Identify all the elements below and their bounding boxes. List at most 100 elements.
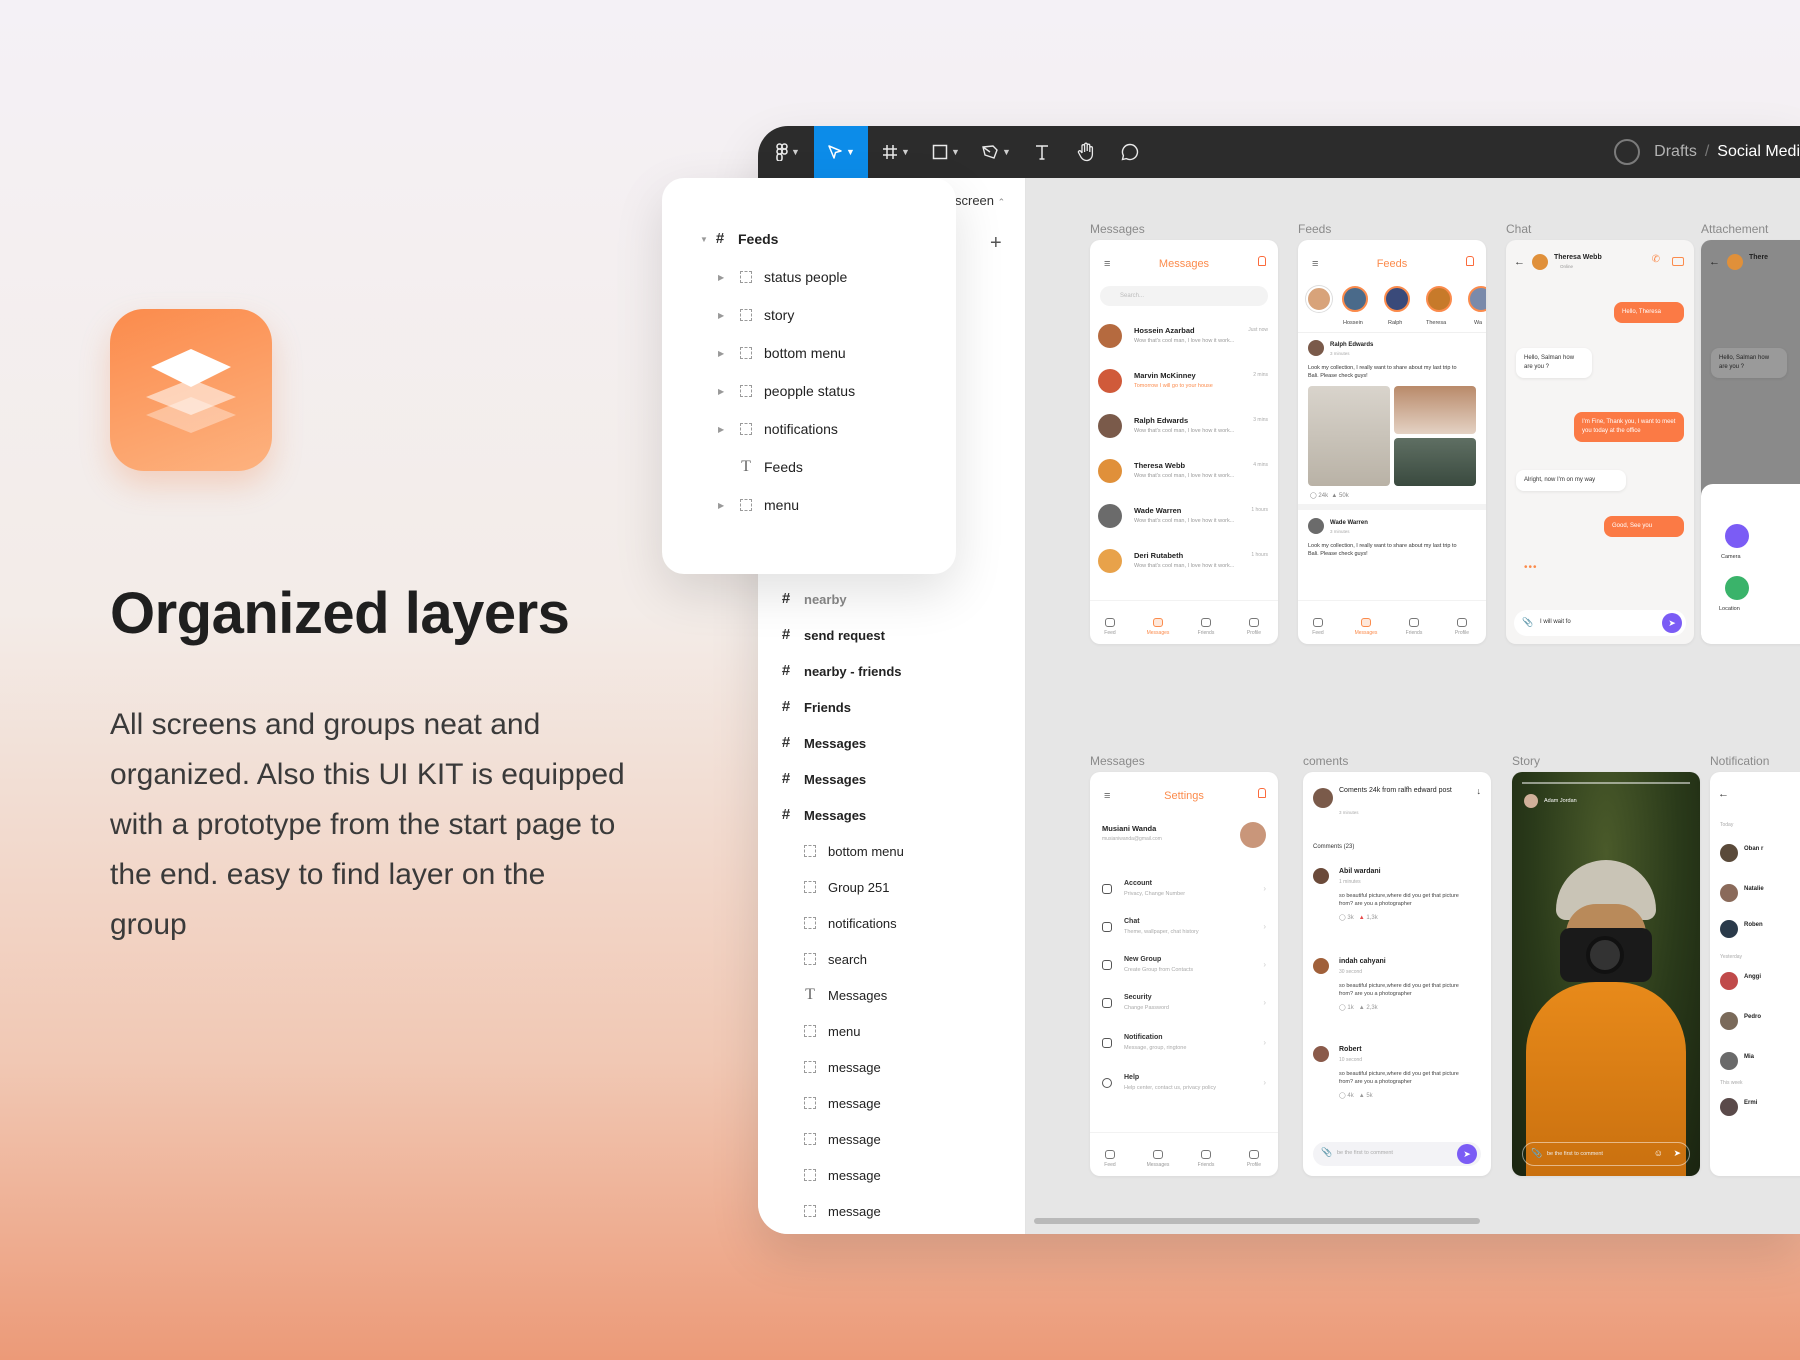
bell-icon[interactable] bbox=[1466, 256, 1474, 266]
tab-feed[interactable]: Feed bbox=[1298, 618, 1338, 636]
story-avatar[interactable] bbox=[1426, 286, 1452, 312]
story-avatar[interactable] bbox=[1342, 286, 1368, 312]
frame-label[interactable]: Story bbox=[1512, 754, 1540, 768]
comment-item[interactable]: Abil wardani 1 minutes so beautiful pictur… bbox=[1313, 868, 1481, 928]
attachment-screen[interactable]: ← There Hello, Salman how are you ? Came… bbox=[1701, 240, 1800, 644]
hand-tool-button[interactable] bbox=[1068, 126, 1104, 178]
layer-child[interactable]: notifications bbox=[804, 908, 897, 938]
notification-screen[interactable]: ← Today Oban r Natalie Roben Yesterday A… bbox=[1710, 772, 1800, 1176]
emoji-icon[interactable]: ☺ bbox=[1654, 1148, 1663, 1158]
layer-child[interactable]: message bbox=[804, 1196, 881, 1226]
frame-label[interactable]: Chat bbox=[1506, 222, 1531, 236]
design-canvas[interactable]: Messages Feeds Chat Attachement Messages… bbox=[1026, 178, 1800, 1234]
attach-icon[interactable]: 📎 bbox=[1522, 617, 1533, 628]
layer-feeds-frame[interactable]: ▼ # Feeds bbox=[700, 224, 778, 254]
layer-child[interactable]: message bbox=[804, 1160, 881, 1190]
frame-label[interactable]: Feeds bbox=[1298, 222, 1331, 236]
pen-tool-button[interactable]: ▼ bbox=[974, 126, 1018, 178]
layer-child[interactable]: ▶ peopple status bbox=[718, 376, 855, 406]
figma-menu-button[interactable]: ▼ bbox=[766, 126, 810, 178]
tab-profile[interactable]: Profile bbox=[1234, 1150, 1274, 1168]
settings-item-chat[interactable]: Chat Theme, wallpaper, chat history › bbox=[1102, 914, 1266, 950]
tab-profile[interactable]: Profile bbox=[1442, 618, 1482, 636]
tab-feed[interactable]: Feed bbox=[1090, 618, 1130, 636]
location-icon[interactable] bbox=[1725, 576, 1749, 600]
post-image[interactable] bbox=[1394, 438, 1476, 486]
breadcrumb-drafts[interactable]: Drafts bbox=[1654, 143, 1697, 161]
chat-screen[interactable]: ← Theresa Webb Online ✆ Hello, Theresa H… bbox=[1506, 240, 1694, 644]
comment-input[interactable]: 📎 be the first to comment ➤ bbox=[1313, 1142, 1481, 1166]
tab-messages[interactable]: Messages bbox=[1138, 1150, 1178, 1168]
chat-input[interactable]: 📎 I will wait fo ➤ bbox=[1514, 610, 1686, 636]
page-selector[interactable]: screen ⌃ bbox=[955, 193, 1005, 208]
frame-tool-button[interactable]: ▼ bbox=[874, 126, 918, 178]
post-image[interactable] bbox=[1394, 386, 1476, 434]
frame-label[interactable]: Attachement bbox=[1701, 222, 1768, 236]
add-page-button[interactable]: + bbox=[990, 232, 1002, 255]
frame-label[interactable]: Notification bbox=[1710, 754, 1769, 768]
story-reply-input[interactable]: 📎 be the first to comment ☺ ➤ bbox=[1522, 1142, 1690, 1166]
layer-nearby-partial[interactable]: # nearby bbox=[778, 584, 847, 614]
tab-profile[interactable]: Profile bbox=[1234, 618, 1274, 636]
attach-icon[interactable]: 📎 bbox=[1531, 1148, 1542, 1159]
profile-avatar[interactable] bbox=[1240, 822, 1266, 848]
message-row[interactable]: Marvin McKinney Tomorrow I will go to you… bbox=[1098, 363, 1270, 403]
settings-item-notification[interactable]: Notification Message, group, ringtone › bbox=[1102, 1030, 1266, 1066]
layer-frame[interactable]: # nearby - friends bbox=[778, 656, 902, 686]
frame-label[interactable]: coments bbox=[1303, 754, 1348, 768]
layer-child[interactable]: message bbox=[804, 1232, 881, 1234]
layer-child[interactable]: ▶ bottom menu bbox=[718, 338, 846, 368]
attach-icon[interactable]: 📎 bbox=[1321, 1147, 1332, 1158]
settings-item-security[interactable]: Security Change Password › bbox=[1102, 990, 1266, 1026]
layer-frame[interactable]: # Messages bbox=[778, 800, 866, 830]
shape-tool-button[interactable]: ▼ bbox=[924, 126, 968, 178]
feeds-screen[interactable]: ≡ Feeds Hossein Ralph Theresa Wa Ralph E… bbox=[1298, 240, 1486, 644]
story-avatar[interactable] bbox=[1306, 286, 1332, 312]
layer-child[interactable]: ▶ status people bbox=[718, 262, 847, 292]
message-row[interactable]: Ralph Edwards Wow that's cool man, I love… bbox=[1098, 408, 1270, 448]
layer-frame[interactable]: # Messages bbox=[778, 764, 866, 794]
text-tool-button[interactable] bbox=[1024, 126, 1060, 178]
layer-child[interactable]: T Messages bbox=[804, 980, 887, 1010]
send-icon[interactable]: ➤ bbox=[1673, 1148, 1681, 1159]
message-row[interactable]: Theresa Webb Wow that's cool man, I love … bbox=[1098, 453, 1270, 493]
tab-messages[interactable]: Messages bbox=[1138, 618, 1178, 636]
video-icon[interactable] bbox=[1672, 257, 1684, 266]
comment-item[interactable]: Robert 10 second so beautiful picture,wher… bbox=[1313, 1046, 1481, 1106]
layer-child[interactable]: Group 251 bbox=[804, 872, 889, 902]
settings-item-new-group[interactable]: New Group Create Group from Contacts › bbox=[1102, 952, 1266, 988]
comments-screen[interactable]: Coments 24k from ralfh edward post 3 min… bbox=[1303, 772, 1491, 1176]
bell-icon[interactable] bbox=[1258, 256, 1266, 266]
layer-child[interactable]: T Feeds bbox=[718, 452, 803, 482]
phone-icon[interactable]: ✆ bbox=[1652, 254, 1660, 265]
back-arrow-icon[interactable]: ← bbox=[1709, 256, 1720, 268]
comment-tool-button[interactable] bbox=[1112, 126, 1148, 178]
layer-child[interactable]: search bbox=[804, 944, 867, 974]
layer-child[interactable]: ▶ story bbox=[718, 300, 794, 330]
layer-child[interactable]: message bbox=[804, 1088, 881, 1118]
tab-friends[interactable]: Friends bbox=[1394, 618, 1434, 636]
layer-child[interactable]: message bbox=[804, 1052, 881, 1082]
frame-label[interactable]: Messages bbox=[1090, 222, 1145, 236]
bell-icon[interactable] bbox=[1258, 788, 1266, 798]
canvas-scrollbar[interactable] bbox=[1034, 1218, 1480, 1224]
back-arrow-icon[interactable]: ← bbox=[1514, 256, 1525, 268]
move-tool-button[interactable]: ▼ bbox=[814, 126, 868, 178]
download-icon[interactable]: ↓ bbox=[1477, 786, 1482, 796]
settings-item-help[interactable]: Help Help center, contact us, privacy pol… bbox=[1102, 1070, 1266, 1106]
post-image[interactable] bbox=[1308, 386, 1390, 486]
layer-frame[interactable]: # Friends bbox=[778, 692, 851, 722]
frame-label[interactable]: Messages bbox=[1090, 754, 1145, 768]
camera-icon[interactable] bbox=[1725, 524, 1749, 548]
layer-child[interactable]: menu bbox=[804, 1016, 861, 1046]
settings-item-account[interactable]: Account Privacy, Change Number › bbox=[1102, 876, 1266, 912]
layer-frame[interactable]: # send request bbox=[778, 620, 885, 650]
message-row[interactable]: Deri Rutabeth Wow that's cool man, I love… bbox=[1098, 543, 1270, 583]
tab-friends[interactable]: Friends bbox=[1186, 1150, 1226, 1168]
back-arrow-icon[interactable]: ← bbox=[1718, 788, 1729, 800]
send-button[interactable]: ➤ bbox=[1457, 1144, 1477, 1164]
search-input[interactable]: Search... bbox=[1100, 286, 1268, 306]
send-button[interactable]: ➤ bbox=[1662, 613, 1682, 633]
comment-item[interactable]: indah cahyani 30 second so beautiful pictu… bbox=[1313, 958, 1481, 1018]
story-screen[interactable]: Adam Jordan 📎 be the first to comment ☺ … bbox=[1512, 772, 1700, 1176]
